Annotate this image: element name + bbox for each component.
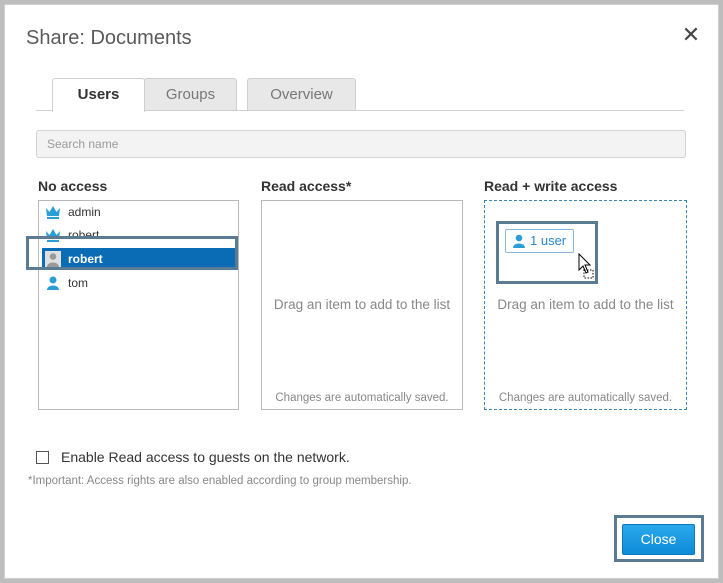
dialog-title: Share: Documents: [26, 27, 192, 49]
list-item-label: admin: [68, 205, 101, 219]
admin-crown-icon: [46, 206, 60, 219]
list-item-robert-admin[interactable]: robert: [42, 224, 236, 246]
tab-users[interactable]: Users: [52, 78, 145, 112]
guest-access-checkbox[interactable]: [36, 451, 49, 464]
list-item-label: robert: [68, 252, 103, 266]
list-item-robert-selected[interactable]: robert: [42, 248, 236, 270]
list-item-label: tom: [68, 276, 89, 290]
tab-overview[interactable]: Overview: [247, 78, 356, 111]
chip-label: 1 user: [530, 233, 567, 248]
list-item-label: robert: [68, 228, 100, 242]
read-access-dropzone[interactable]: Drag an item to add to the list Changes …: [261, 200, 463, 410]
drag-chip-highlight-frame: 1 user: [496, 221, 598, 284]
drag-hint: Drag an item to add to the list: [273, 297, 451, 312]
close-icon[interactable]: ✕: [681, 24, 701, 46]
drag-hint: Drag an item to add to the list: [497, 297, 674, 312]
autosave-note: Changes are automatically saved.: [498, 392, 673, 404]
read-write-access-title: Read + write access: [484, 178, 618, 194]
admin-crown-icon: [46, 229, 60, 242]
user-icon: [47, 276, 59, 290]
tab-groups[interactable]: Groups: [144, 78, 237, 111]
list-item-tom[interactable]: tom: [42, 272, 236, 294]
list-item-admin[interactable]: admin: [42, 201, 236, 223]
close-button[interactable]: Close: [622, 524, 695, 555]
guest-access-label[interactable]: Enable Read access to guests on the netw…: [61, 449, 350, 465]
no-access-title: No access: [38, 178, 108, 194]
autosave-note: Changes are automatically saved.: [275, 392, 449, 404]
close-button-highlight-frame: Close: [614, 515, 704, 562]
dragged-user-chip[interactable]: 1 user: [505, 229, 575, 253]
read-access-title: Read access*: [261, 178, 352, 194]
search-input[interactable]: [36, 130, 686, 158]
no-access-list[interactable]: admin robert robert tom: [38, 200, 239, 410]
user-icon: [513, 234, 525, 248]
user-icon: [45, 251, 61, 267]
share-dialog: Share: Documents ✕ Users Groups Overview…: [4, 4, 719, 579]
important-note: *Important: Access rights are also enabl…: [28, 475, 412, 487]
